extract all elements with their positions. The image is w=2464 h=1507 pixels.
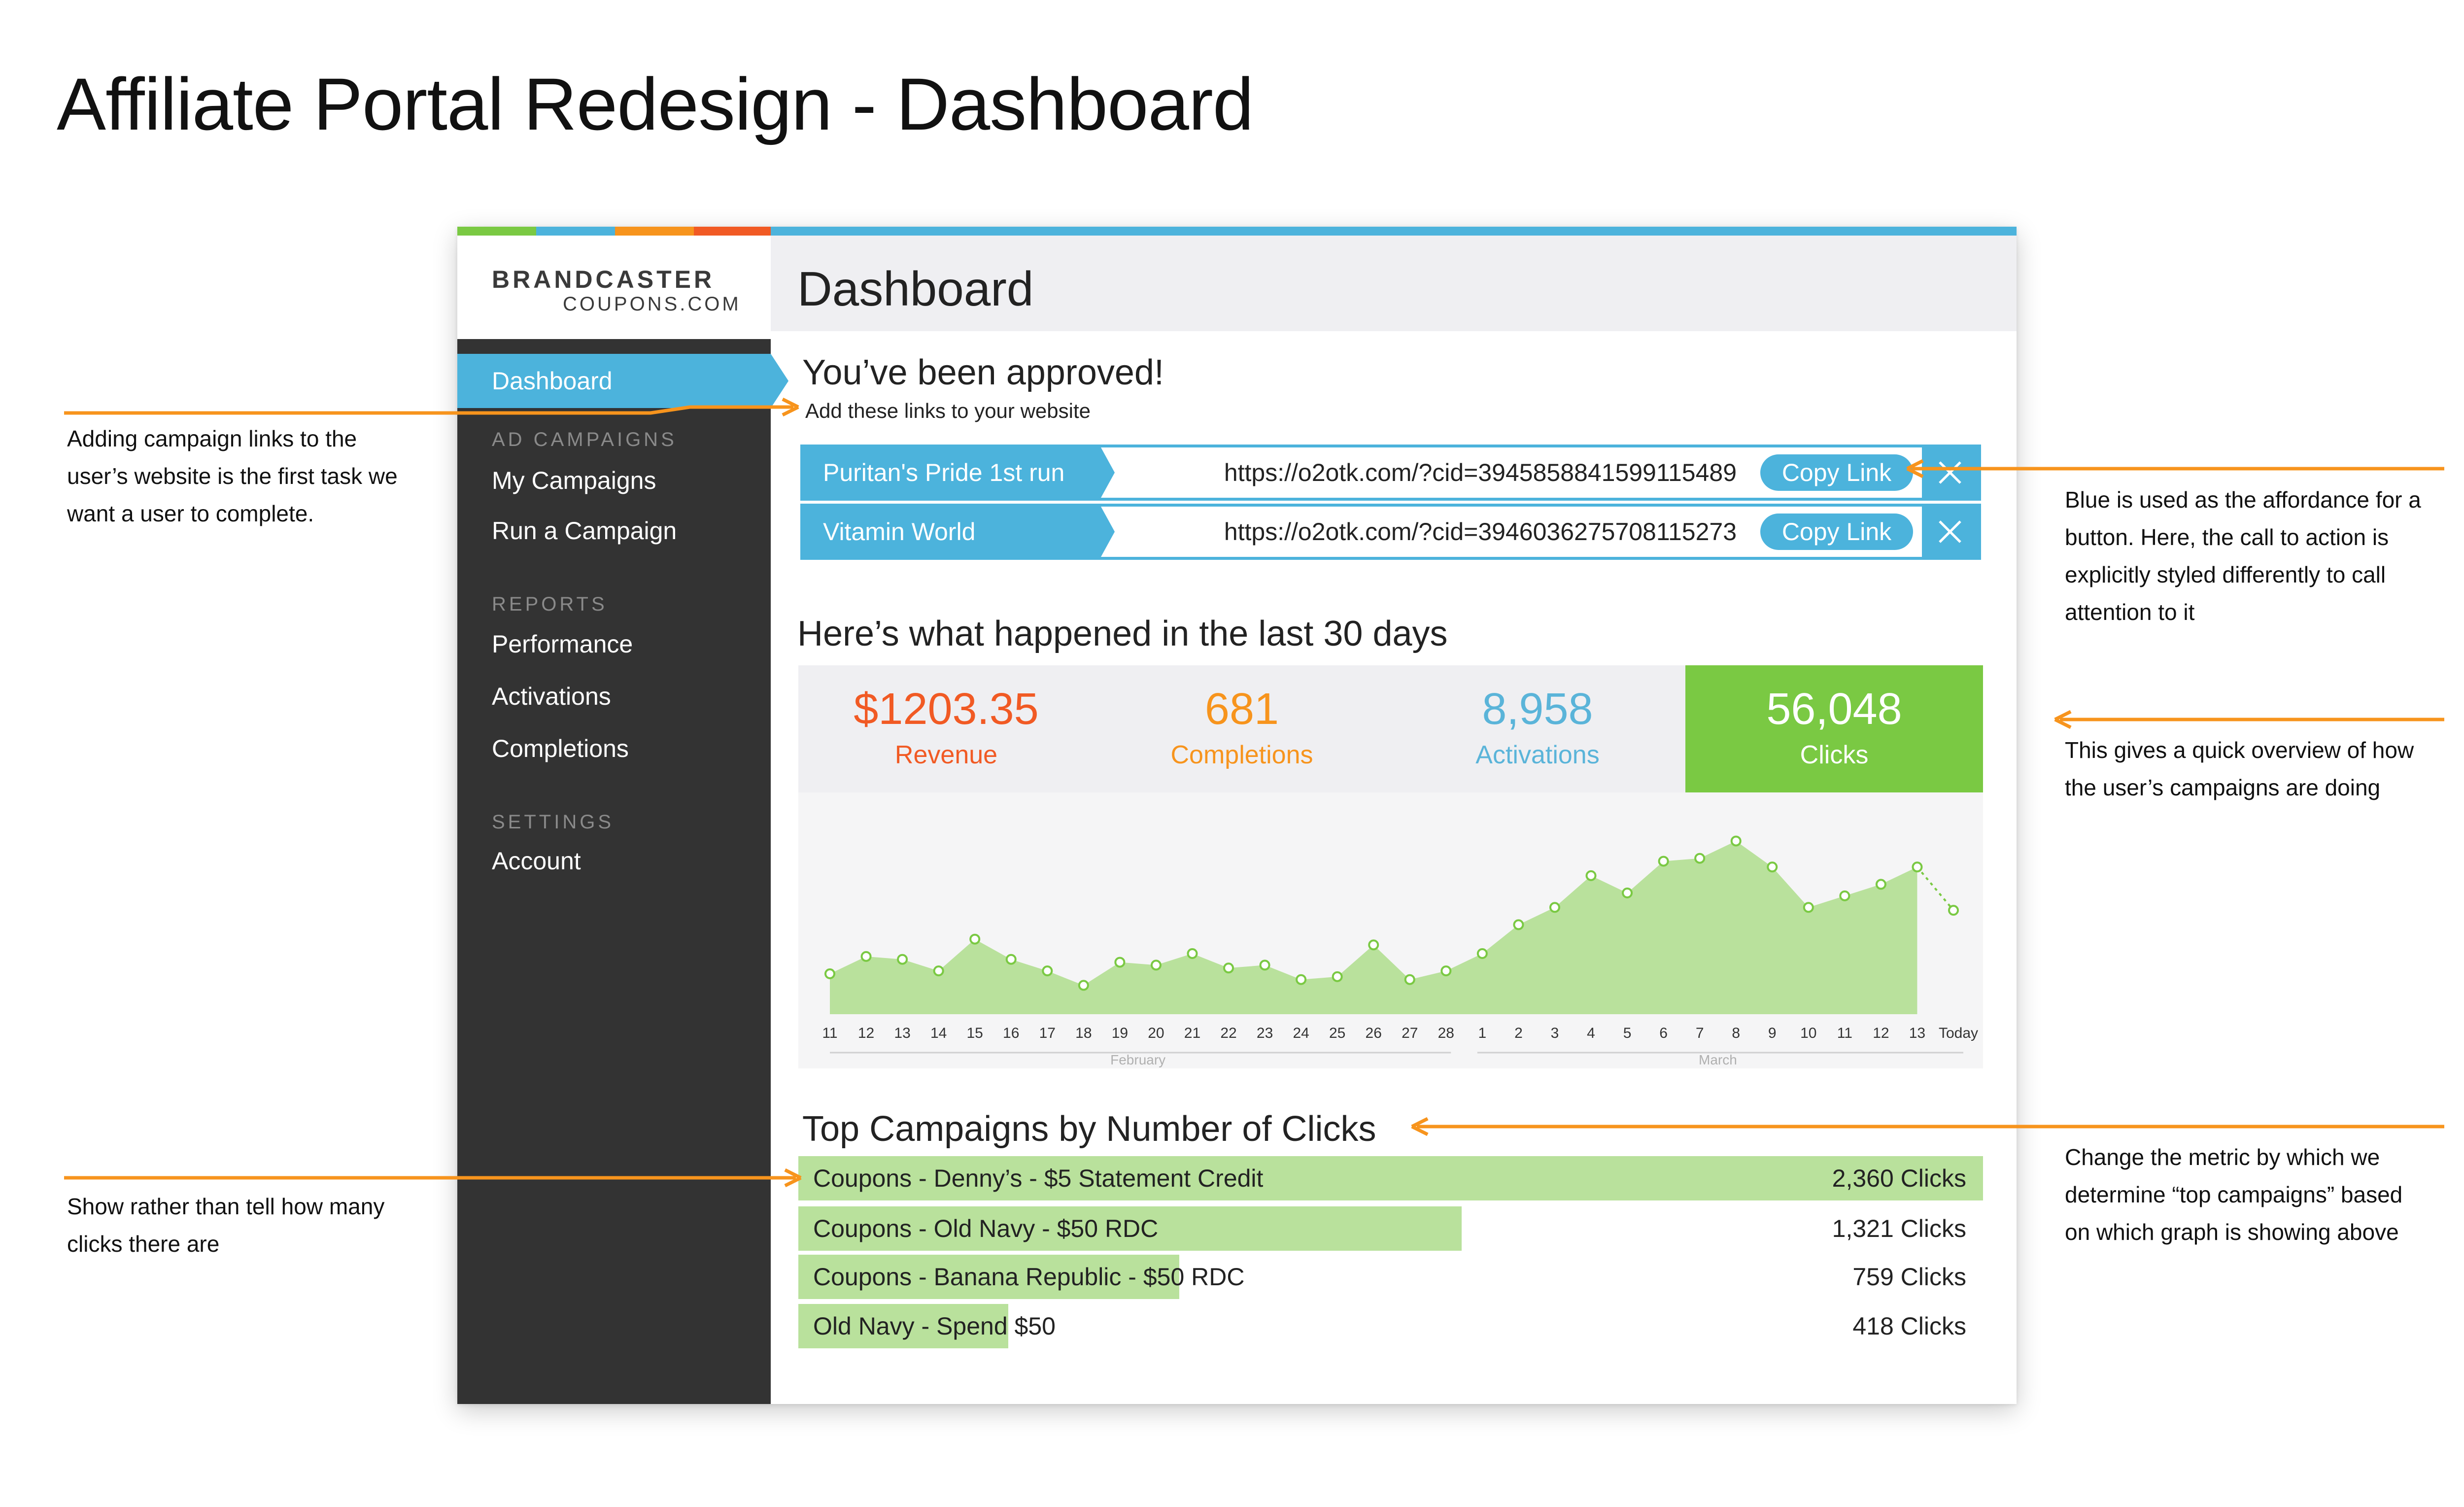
annotation-campaign-links: Adding campaign links to the user’s webs… [67,426,398,526]
annotation-overview: This gives a quick overview of how the u… [2065,737,2414,800]
annotation-show-clicks: Show rather than tell how many clicks th… [67,1194,385,1257]
annotation-top-campaigns-metric: Change the metric by which we determine … [2065,1144,2403,1245]
annotation-blue-affordance: Blue is used as the affordance for a but… [2065,487,2421,625]
annotation-arrow [64,405,793,415]
